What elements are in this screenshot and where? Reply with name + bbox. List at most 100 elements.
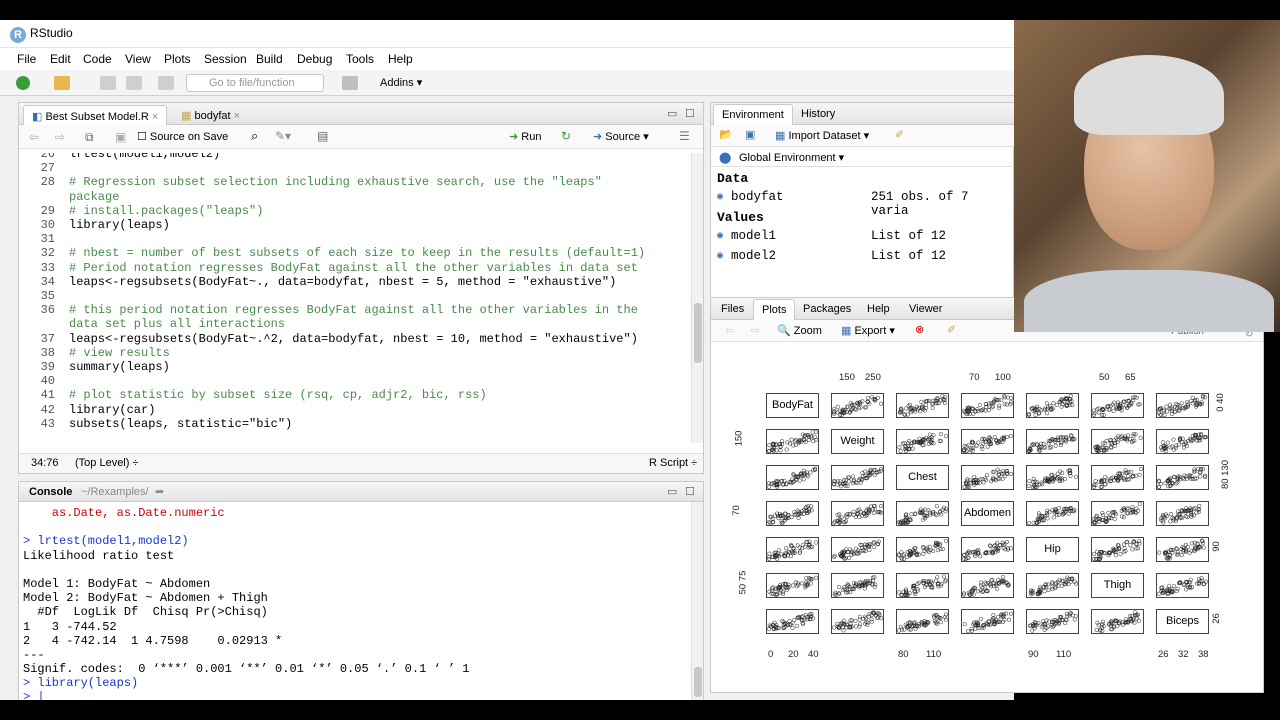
save-icon[interactable]: ▣ — [115, 130, 126, 144]
expand-icon[interactable]: ◉ — [717, 230, 723, 242]
outline-icon[interactable]: ☰ — [679, 129, 690, 143]
import-dataset-button[interactable]: ▦ Import Dataset ▾ — [775, 129, 869, 142]
code-line[interactable]: data set plus all interactions — [19, 317, 703, 331]
scatter-cell — [831, 573, 884, 598]
menu-edit[interactable]: Edit — [50, 52, 71, 66]
scatter-point — [797, 545, 802, 550]
print-icon[interactable] — [158, 76, 174, 90]
export-button[interactable]: ▦ Export ▾ — [841, 324, 895, 337]
scroll-thumb[interactable] — [694, 303, 702, 363]
menu-help[interactable]: Help — [388, 52, 413, 66]
scroll-thumb[interactable] — [694, 667, 702, 697]
magic-wand-icon[interactable]: ✎▾ — [275, 129, 291, 143]
menu-build[interactable]: Build — [256, 52, 283, 66]
tab-history[interactable]: History — [793, 104, 843, 124]
menu-code[interactable]: Code — [83, 52, 112, 66]
line-number: 30 — [40, 218, 55, 232]
scatter-point — [1008, 395, 1014, 401]
tab-help[interactable]: Help — [859, 299, 898, 319]
scatter-point — [969, 628, 974, 634]
tab-environment[interactable]: Environment — [713, 104, 793, 125]
code-text: library(car) — [69, 402, 156, 417]
menu-debug[interactable]: Debug — [297, 52, 332, 66]
source-button[interactable]: ➜ Source ▾ — [593, 130, 649, 143]
code-line[interactable]: 38 # view results — [19, 346, 703, 360]
back-arrow-icon[interactable]: ⇦ — [29, 130, 39, 144]
file-type-selector[interactable]: R Script ÷ — [649, 457, 697, 469]
environment-row[interactable]: ◉ model2 List of 12 — [717, 249, 1013, 269]
code-line[interactable]: 32 # nbest = number of best subsets of ea… — [19, 246, 703, 260]
menu-file[interactable]: File — [17, 52, 36, 66]
scope-selector[interactable]: (Top Level) ÷ — [75, 457, 139, 469]
code-line[interactable]: 42 library(car) — [19, 403, 703, 417]
environment-row[interactable]: ◉ bodyfat 251 obs. of 7 varia — [717, 190, 1013, 218]
maximize-icon[interactable]: ☐ — [685, 107, 695, 120]
minimize-icon[interactable]: ▭ — [667, 107, 677, 120]
goto-file-input[interactable]: Go to file/function — [186, 74, 324, 92]
code-line[interactable]: 37 leaps<-regsubsets(BodyFat~.^2, data=bo… — [19, 332, 703, 346]
code-line[interactable]: 27 — [19, 161, 703, 175]
scatter-point — [1008, 433, 1013, 438]
save-icon[interactable] — [100, 76, 116, 90]
code-line[interactable]: 33 # Period notation regresses BodyFat ag… — [19, 261, 703, 275]
menu-plots[interactable]: Plots — [164, 52, 191, 66]
tab-packages[interactable]: Packages — [795, 299, 859, 319]
menu-tools[interactable]: Tools — [346, 52, 374, 66]
previous-plot-icon[interactable]: ⇦ — [725, 324, 734, 337]
tab-viewer[interactable]: Viewer — [901, 299, 950, 319]
clear-workspace-icon[interactable]: ✐ — [895, 128, 904, 141]
goto-directory-icon[interactable]: ➦ — [155, 485, 164, 498]
console-scrollbar[interactable] — [691, 502, 703, 700]
next-plot-icon[interactable]: ⇨ — [751, 324, 760, 337]
open-file-icon[interactable] — [54, 76, 70, 90]
maximize-icon[interactable]: ☐ — [685, 485, 695, 498]
source-on-save-checkbox[interactable]: ☐ Source on Save — [137, 130, 228, 143]
zoom-button[interactable]: 🔍 Zoom — [777, 324, 822, 337]
new-file-icon[interactable] — [16, 76, 30, 90]
tab-best-subset-model[interactable]: ◧ Best Subset Model.R × — [23, 105, 168, 127]
code-line[interactable]: 26 lrtest(model1,model2) — [19, 153, 703, 161]
scatter-cell — [766, 465, 819, 490]
remove-plot-icon[interactable]: ⊗ — [915, 323, 924, 336]
scatter-point — [791, 443, 796, 448]
console-title[interactable]: Console — [29, 486, 72, 498]
code-area[interactable]: 26 lrtest(model1,model2) 27 28 # Regression … — [19, 153, 703, 443]
code-line[interactable]: 35 — [19, 289, 703, 303]
code-line[interactable]: 36 # this period notation regresses BodyF… — [19, 303, 703, 317]
axis-tick-label: 50 — [1099, 372, 1110, 383]
code-line[interactable]: 40 — [19, 374, 703, 388]
show-in-window-icon[interactable]: ⧉ — [85, 130, 94, 145]
run-button[interactable]: ➜ Run — [509, 130, 541, 143]
workspace-panes-icon[interactable] — [342, 76, 358, 90]
addins-menu[interactable]: Addins ▾ — [380, 76, 422, 89]
global-environment-dropdown[interactable]: Global Environment ▾ — [739, 151, 844, 164]
code-line[interactable]: 39 summary(leaps) — [19, 360, 703, 374]
search-icon[interactable]: ⌕ — [251, 128, 258, 144]
tab-plots[interactable]: Plots — [753, 299, 796, 320]
code-line[interactable]: 41 # plot statistic by subset size (rsq, … — [19, 388, 703, 402]
minimize-icon[interactable]: ▭ — [667, 485, 677, 498]
environment-row[interactable]: ◉ model1 List of 12 — [717, 229, 1013, 249]
code-line[interactable]: 43 subsets(leaps, statistic="bic") — [19, 417, 703, 431]
menu-session[interactable]: Session — [204, 52, 247, 66]
rerun-icon[interactable]: ↻ — [561, 129, 571, 143]
editor-scrollbar[interactable] — [691, 153, 703, 443]
save-workspace-icon[interactable]: ▣ — [745, 128, 755, 141]
code-line[interactable]: 28 # Regression subset selection includin… — [19, 175, 703, 189]
code-line[interactable]: 31 — [19, 232, 703, 246]
load-workspace-icon[interactable]: 📂 — [719, 128, 733, 141]
code-line[interactable]: 30 library(leaps) — [19, 218, 703, 232]
code-line[interactable]: 29 # install.packages("leaps") — [19, 204, 703, 218]
tab-files[interactable]: Files — [713, 299, 752, 319]
expand-icon[interactable]: ◉ — [717, 191, 723, 203]
clear-plots-icon[interactable]: ✐ — [947, 323, 956, 336]
menu-view[interactable]: View — [125, 52, 151, 66]
compile-report-icon[interactable]: ▤ — [317, 129, 328, 143]
tab-bodyfat[interactable]: ▦ bodyfat × — [173, 105, 248, 126]
code-line[interactable]: package — [19, 190, 703, 204]
forward-arrow-icon[interactable]: ⇨ — [55, 130, 65, 144]
code-line[interactable]: 34 leaps<-regsubsets(BodyFat~., data=body… — [19, 275, 703, 289]
console-output[interactable]: as.Date, as.Date.numeric > lrtest(model1,… — [23, 506, 693, 700]
save-all-icon[interactable] — [126, 76, 142, 90]
expand-icon[interactable]: ◉ — [717, 250, 723, 262]
